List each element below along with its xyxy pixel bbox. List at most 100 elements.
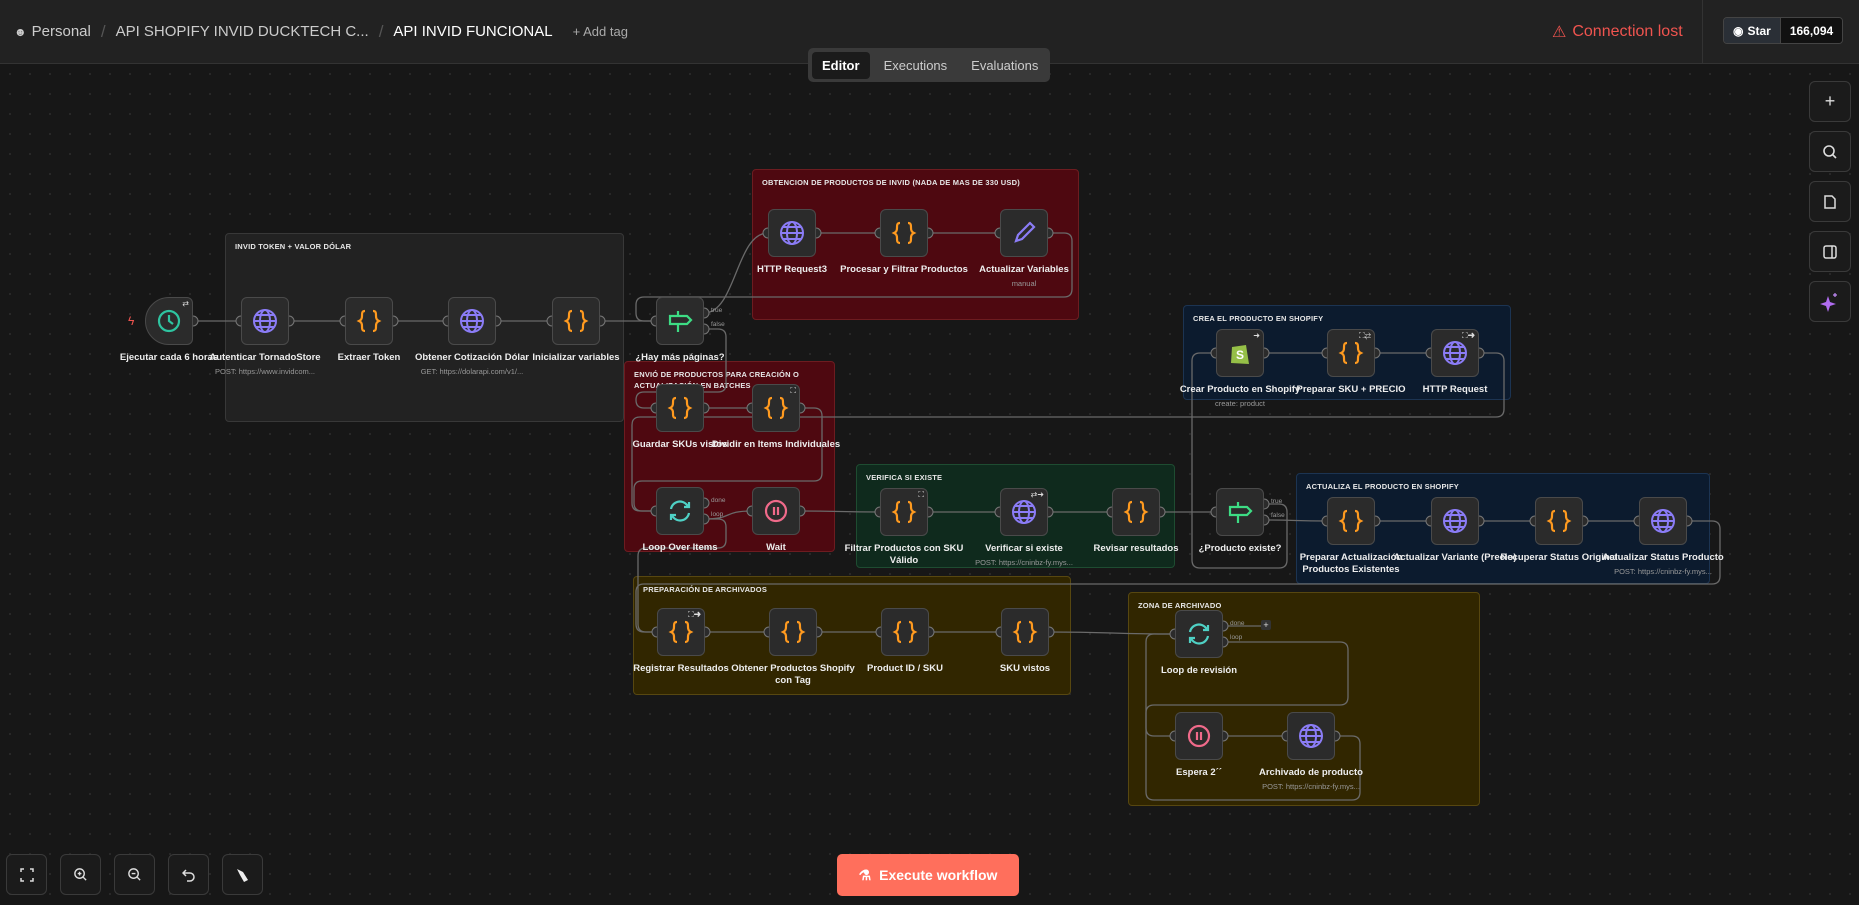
node-verificar[interactable]: ⇄➜ [1000,488,1048,536]
node-init[interactable] [552,297,600,345]
output-label-done: done [711,497,726,504]
user-icon: ☻ [14,24,27,39]
node-espera[interactable] [1175,712,1223,760]
zoom-out-button[interactable] [114,854,155,895]
node-name: Procesar y Filtrar Productos [840,264,968,275]
github-star-button[interactable]: ◉ Star 166,094 [1723,17,1844,44]
output-label-done: done [1230,620,1245,627]
node-status-icon: ⛶➜ [1461,331,1475,340]
add-node-button[interactable]: + [1809,81,1851,122]
node-actvar[interactable] [1431,497,1479,545]
star-count: 166,094 [1779,18,1843,43]
node-prodid[interactable] [881,608,929,656]
code-braces-icon [891,618,919,646]
node-label: SKU vistos [960,663,1090,675]
search-button[interactable] [1809,131,1851,172]
add-node-after-done-button[interactable]: + [1261,620,1271,630]
add-tag-button[interactable]: + Add tag [573,24,628,39]
node-http3[interactable] [768,209,816,257]
node-obtshop[interactable] [769,608,817,656]
group-title: OBTENCION DE PRODUCTOS DE INVID (NADA DE… [762,178,1020,187]
pause-icon [762,497,790,525]
globe-icon [1010,498,1038,526]
node-prepsku[interactable]: ⛶⇄ [1327,329,1375,377]
node-existe[interactable] [1216,488,1264,536]
sparkle-icon [1820,292,1837,312]
globe-icon [778,219,806,247]
fit-view-button[interactable] [6,854,47,895]
node-actstatus[interactable] [1639,497,1687,545]
node-label: ¿Hay más páginas? [615,352,745,364]
node-dolar[interactable] [448,297,496,345]
node-wait[interactable] [752,487,800,535]
globe-icon [1441,507,1469,535]
code-braces-icon [890,498,918,526]
node-httpreq[interactable]: ⛶➜ [1431,329,1479,377]
code-braces-icon [355,307,383,335]
node-label: Obtener Productos Shopify con Tag [728,663,858,687]
node-name: Filtrar Productos con SKU Válido [844,543,964,566]
node-name: Loop de revisión [1160,665,1237,676]
loop-arrows-icon [1185,620,1213,648]
node-name: ¿Hay más páginas? [635,352,725,363]
node-guardar[interactable] [656,384,704,432]
node-recuperar[interactable] [1535,497,1583,545]
code-braces-icon [762,394,790,422]
tab-evaluations[interactable]: Evaluations [961,52,1048,79]
execute-workflow-button[interactable]: ⚗ Execute workflow [837,854,1019,896]
node-auth[interactable] [241,297,289,345]
node-subtitle: POST: https://cninbz-fy.mys... [1614,567,1712,576]
globe-icon [1649,507,1677,535]
node-extraer[interactable] [345,297,393,345]
node-name: SKU vistos [999,663,1051,674]
sticky-note-button[interactable] [1809,181,1851,222]
zoom-in-button[interactable] [60,854,101,895]
node-looprev[interactable] [1175,610,1223,658]
node-procesar[interactable] [880,209,928,257]
node-label: Wait [711,542,841,554]
tab-executions[interactable]: Executions [874,52,958,79]
connection-status: ⚠ Connection lost [1552,22,1683,42]
node-revisar[interactable] [1112,488,1160,536]
panel-icon [1823,244,1837,259]
node-name: Verificar si existe [985,543,1063,554]
output-label-true: true [1271,498,1283,505]
code-braces-icon [666,394,694,422]
code-braces-icon [779,618,807,646]
svg-text:S: S [1236,348,1244,362]
node-skuvistos[interactable] [1001,608,1049,656]
node-subtitle: manual [1011,279,1037,288]
node-crear[interactable]: S ➜ [1216,329,1264,377]
breadcrumb-project[interactable]: API SHOPIFY INVID DUCKTECH C... [116,23,369,40]
node-registrar[interactable]: ⛶➜ [657,608,705,656]
breadcrumb-separator: / [100,21,106,41]
node-name: ¿Producto existe? [1198,543,1282,554]
tab-editor[interactable]: Editor [812,51,870,79]
view-tabs: Editor Executions Evaluations [808,48,1050,82]
node-name: Loop Over Items [642,542,718,553]
node-loop[interactable] [656,487,704,535]
tidy-up-button[interactable] [222,854,263,895]
node-label: Product ID / SKU [840,663,970,675]
breadcrumb-personal[interactable]: ☻ Personal [14,23,91,40]
output-label-true: true [711,307,723,314]
node-hay[interactable] [656,297,704,345]
pause-icon [1185,722,1213,750]
workflow-name[interactable]: API INVID FUNCIONAL [393,23,552,40]
node-label: Procesar y Filtrar Productos [839,264,969,276]
output-label-false: false [1271,512,1285,519]
node-prepact[interactable] [1327,497,1375,545]
node-filtrar[interactable]: ⛶ [880,488,928,536]
node-actvars[interactable] [1000,209,1048,257]
toggle-panel-button[interactable] [1809,231,1851,272]
warning-icon: ⚠ [1552,24,1567,41]
undo-button[interactable] [168,854,209,895]
node-subtitle: GET: https://dolarapi.com/v1/... [420,367,524,376]
output-label-loop: loop [711,511,724,518]
star-label: Star [1747,23,1771,38]
node-archivado[interactable] [1287,712,1335,760]
node-label: Archivado de producto POST: https://cninb… [1246,767,1376,793]
node-trigger[interactable]: ⇄ [145,297,193,345]
ai-assistant-button[interactable] [1809,281,1851,322]
node-dividir[interactable]: ⛶ [752,384,800,432]
